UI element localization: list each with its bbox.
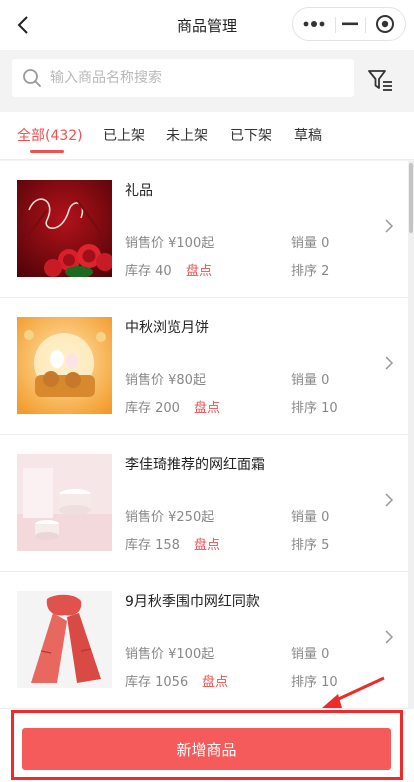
tab-off-shelf[interactable]: 已下架 <box>230 125 272 145</box>
product-sort: 排序 10 <box>291 675 338 690</box>
tab-drafts[interactable]: 草稿 <box>294 125 322 145</box>
active-tab-indicator <box>30 150 64 153</box>
inventory-check-link[interactable]: 盘点 <box>186 260 212 279</box>
product-list: 礼品 销售价 ¥100起 库存 40 盘点 销量 0 排序 2 中秋浏览月饼 销… <box>0 161 408 709</box>
product-price: 销售价 ¥100起 <box>125 647 215 662</box>
add-product-button[interactable]: 新增商品 <box>22 728 391 770</box>
product-stock: 库存 40 <box>125 264 172 279</box>
chevron-right-icon <box>385 219 394 233</box>
tab-on-shelf[interactable]: 已上架 <box>103 125 145 145</box>
product-name: 中秋浏览月饼 <box>125 320 209 336</box>
product-sales: 销量 0 <box>291 510 330 525</box>
chevron-right-icon <box>385 493 394 507</box>
product-sort: 排序 2 <box>291 264 330 279</box>
product-stock: 库存 158 <box>125 538 180 553</box>
tab-not-listed[interactable]: 未上架 <box>166 125 208 145</box>
search-icon <box>23 69 41 87</box>
tab-all[interactable]: 全部(432) <box>17 125 83 145</box>
product-name: 9月秋季围巾网红同款 <box>125 594 260 610</box>
product-sales: 销量 0 <box>291 236 330 251</box>
product-image <box>17 180 112 277</box>
chevron-right-icon <box>385 630 394 644</box>
scrollbar[interactable] <box>408 161 414 709</box>
product-image <box>17 317 112 414</box>
footer-bar: 新增商品 <box>0 709 414 782</box>
product-stock: 库存 1056 <box>125 675 189 690</box>
list-item[interactable]: 9月秋季围巾网红同款 销售价 ¥100起 库存 1056 盘点 销量 0 排序 … <box>0 572 408 709</box>
navigation-bar: 商品管理 <box>0 0 414 50</box>
status-tabs: 全部(432) 已上架 未上架 已下架 草稿 <box>0 112 414 160</box>
chevron-right-icon <box>385 356 394 370</box>
list-item[interactable]: 礼品 销售价 ¥100起 库存 40 盘点 销量 0 排序 2 <box>0 161 408 298</box>
product-name: 李佳琦推荐的网红面霜 <box>125 457 265 473</box>
product-image <box>17 591 112 688</box>
search-input[interactable] <box>50 70 330 86</box>
list-item[interactable]: 中秋浏览月饼 销售价 ¥80起 库存 200 盘点 销量 0 排序 10 <box>0 298 408 435</box>
inventory-check-link[interactable]: 盘点 <box>202 671 228 690</box>
product-stock: 库存 200 <box>125 401 180 416</box>
product-price: 销售价 ¥80起 <box>125 373 206 388</box>
search-bar-area <box>0 50 414 112</box>
filter-icon[interactable] <box>366 66 394 94</box>
more-dots-icon[interactable] <box>293 8 335 40</box>
search-box[interactable] <box>12 59 354 97</box>
product-sales: 销量 0 <box>291 373 330 388</box>
product-price: 销售价 ¥250起 <box>125 510 215 525</box>
inventory-check-link[interactable]: 盘点 <box>194 534 220 553</box>
product-sort: 排序 5 <box>291 538 330 553</box>
list-item[interactable]: 李佳琦推荐的网红面霜 销售价 ¥250起 库存 158 盘点 销量 0 排序 5 <box>0 435 408 572</box>
scrollbar-thumb[interactable] <box>409 163 413 233</box>
target-circle-icon[interactable] <box>365 8 405 40</box>
product-sort: 排序 10 <box>291 401 338 416</box>
inventory-check-link[interactable]: 盘点 <box>194 397 220 416</box>
product-image <box>17 454 112 551</box>
product-name: 礼品 <box>125 183 153 199</box>
minimize-icon[interactable] <box>335 8 365 40</box>
product-price: 销售价 ¥100起 <box>125 236 215 251</box>
product-sales: 销量 0 <box>291 647 330 662</box>
mini-program-capsule <box>292 7 406 41</box>
